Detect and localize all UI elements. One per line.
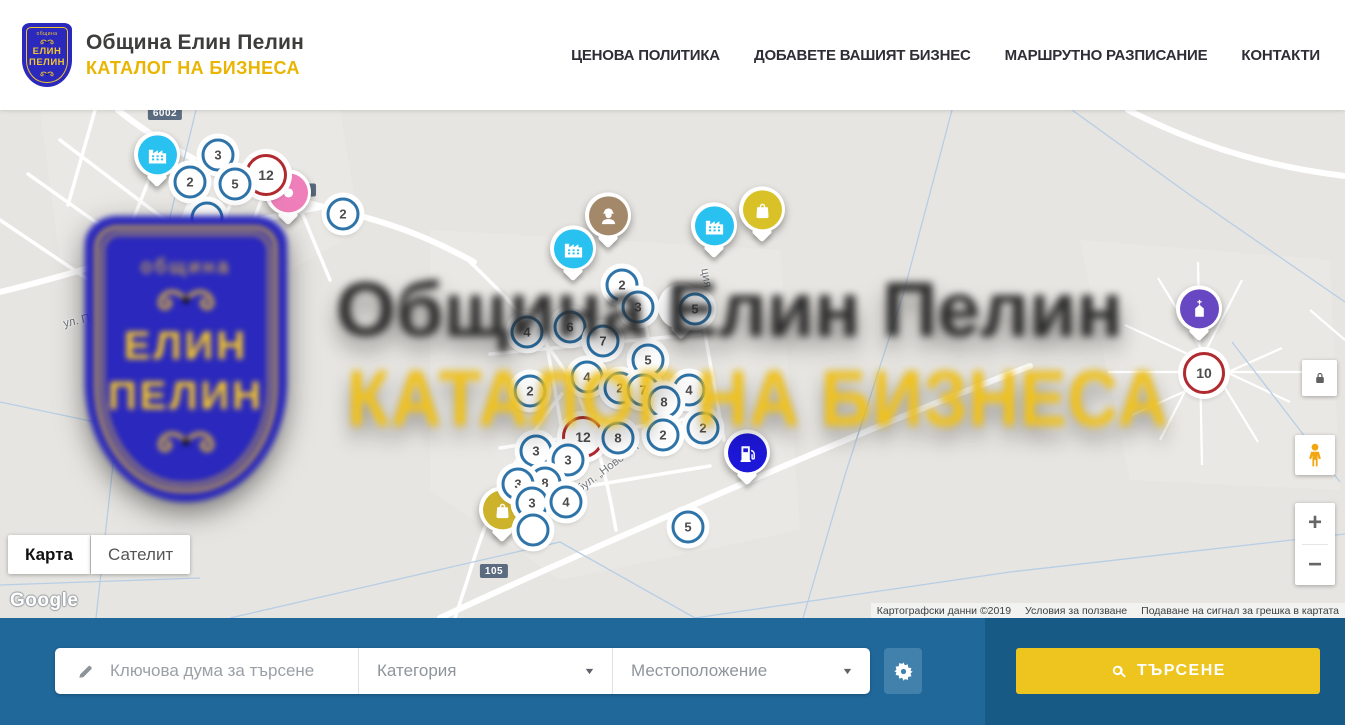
map-cluster[interactable]: 5: [219, 168, 252, 201]
map-pin-factory[interactable]: [134, 131, 180, 177]
factory-icon: [703, 214, 726, 237]
chevron-down-icon: ▼: [583, 666, 595, 676]
google-logo[interactable]: Google: [10, 590, 78, 612]
location-select-value: Местоположение: [631, 661, 767, 681]
chevron-down-icon: ▼: [841, 666, 853, 676]
zoom-out-button[interactable]: −: [1295, 545, 1335, 586]
brand-text: Община Елин Пелин КАТАЛОГ НА БИЗНЕСА: [86, 31, 304, 79]
site-title: Община Елин Пелин: [86, 31, 304, 55]
map-cluster[interactable]: [191, 202, 224, 235]
map-cluster[interactable]: 5: [672, 511, 705, 544]
map-cluster[interactable]: 4: [571, 361, 604, 394]
map-attribution: Картографски данни ©2019 Условия за полз…: [871, 603, 1345, 618]
map-type-map-button[interactable]: Карта: [8, 535, 90, 574]
pegman-button[interactable]: [1295, 435, 1335, 475]
map-cluster[interactable]: 10: [1183, 352, 1225, 394]
attribution-copyright: Картографски данни ©2019: [877, 605, 1011, 617]
map-pin-worker[interactable]: [585, 192, 631, 238]
map-canvas[interactable]: ул. Преславбул. „Новоселция6002105 32125…: [0, 110, 1345, 618]
lock-icon: [1312, 370, 1328, 386]
search-bar: Категория ▼ Местоположение ▼ ТЪРСЕНЕ: [0, 618, 1345, 725]
map-cluster[interactable]: 2: [327, 198, 360, 231]
brand[interactable]: община ЕЛИН ПЕЛИН Община Елин Пелин КАТА…: [22, 23, 304, 87]
map-cluster[interactable]: 4: [511, 316, 544, 349]
nav-route-schedule[interactable]: МАРШРУТНО РАЗПИСАНИЕ: [1005, 47, 1208, 64]
municipality-crest-logo: община ЕЛИН ПЕЛИН: [22, 23, 72, 87]
map-cluster[interactable]: 8: [648, 386, 681, 419]
factory-icon: [146, 143, 169, 166]
map-pin-factory[interactable]: [550, 225, 596, 271]
map-cluster[interactable]: 2: [174, 166, 207, 199]
bag-icon: [751, 198, 774, 221]
crest-top-text: община: [36, 31, 57, 37]
map-cluster[interactable]: 4: [550, 486, 583, 519]
worker-icon: [597, 204, 620, 227]
nav-add-your-business[interactable]: ДОБАВЕТЕ ВАШИЯТ БИЗНЕС: [754, 47, 971, 64]
map-type-control: Карта Сателит: [8, 535, 190, 574]
map-cluster[interactable]: 8: [602, 422, 635, 455]
map-cluster[interactable]: 3: [202, 139, 235, 172]
search-button[interactable]: ТЪРСЕНЕ: [1016, 648, 1320, 694]
map-type-satellite-button[interactable]: Сателит: [91, 535, 190, 574]
search-button-label: ТЪРСЕНЕ: [1137, 662, 1226, 680]
search-bar-right: ТЪРСЕНЕ: [985, 618, 1345, 725]
map-cluster[interactable]: 5: [632, 344, 665, 377]
map-cluster[interactable]: 7: [587, 325, 620, 358]
map-pin-church[interactable]: [1176, 285, 1222, 331]
page: община ЕЛИН ПЕЛИН Община Елин Пелин КАТА…: [0, 0, 1345, 725]
map-cluster[interactable]: 3: [622, 291, 655, 324]
location-select[interactable]: Местоположение ▼: [612, 648, 870, 694]
advanced-settings-button[interactable]: [884, 648, 922, 694]
factory-icon: [562, 237, 585, 260]
main-nav: ЦЕНОВА ПОЛИТИКА ДОБАВЕТЕ ВАШИЯТ БИЗНЕС М…: [571, 47, 1320, 64]
header: община ЕЛИН ПЕЛИН Община Елин Пелин КАТА…: [0, 0, 1345, 110]
keyword-input[interactable]: [108, 660, 342, 682]
church-icon: [1188, 297, 1211, 320]
bag-icon: [491, 498, 514, 521]
search-bar-left: Категория ▼ Местоположение ▼: [0, 618, 985, 725]
zoom-in-button[interactable]: +: [1295, 503, 1335, 544]
attribution-terms-link[interactable]: Условия за ползване: [1025, 605, 1127, 617]
crest-flourish-icon: [34, 38, 60, 46]
map-cluster[interactable]: 12: [245, 154, 287, 196]
fuel-icon: [736, 441, 759, 464]
pencil-icon: [77, 663, 94, 680]
crest-line1: ЕЛИН: [33, 47, 62, 58]
map-pin-bag[interactable]: [739, 186, 785, 232]
site-subtitle: КАТАЛОГ НА БИЗНЕСА: [86, 58, 304, 79]
map-cluster[interactable]: 5: [679, 293, 712, 326]
category-select[interactable]: Категория ▼: [358, 648, 612, 694]
search-icon: [1110, 663, 1127, 680]
map-pin-factory[interactable]: [691, 202, 737, 248]
category-select-value: Категория: [377, 661, 456, 681]
crest-line2: ПЕЛИН: [29, 58, 65, 69]
keyword-field-wrap: [55, 648, 358, 694]
crest-flourish-icon: [34, 70, 60, 78]
search-fields: Категория ▼ Местоположение ▼: [55, 648, 870, 694]
lock-button[interactable]: [1302, 360, 1337, 396]
pegman-icon: [1302, 442, 1328, 468]
nav-contacts[interactable]: КОНТАКТИ: [1241, 47, 1320, 64]
attribution-report-link[interactable]: Подаване на сигнал за грешка в картата: [1141, 605, 1339, 617]
map-cluster[interactable]: 3: [520, 435, 553, 468]
map-cluster[interactable]: 2: [514, 375, 547, 408]
map-cluster[interactable]: 2: [687, 412, 720, 445]
map-cluster[interactable]: 6: [554, 311, 587, 344]
nav-pricing-policy[interactable]: ЦЕНОВА ПОЛИТИКА: [571, 47, 720, 64]
map-cluster[interactable]: 2: [647, 419, 680, 452]
marker-layer: 321252235647542742822128338334510: [0, 110, 1345, 618]
map-pin-fuel[interactable]: [724, 429, 770, 475]
zoom-control: + −: [1295, 503, 1335, 585]
map-cluster[interactable]: [517, 514, 550, 547]
gear-icon: [893, 661, 914, 682]
